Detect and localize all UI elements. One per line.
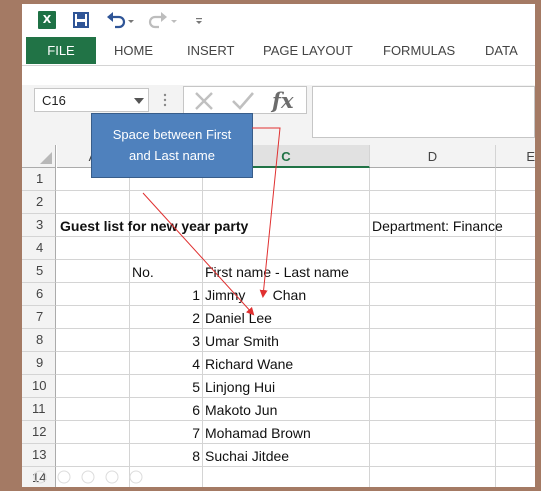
guest-no-cell[interactable]: 8: [130, 445, 200, 467]
row-divider: [56, 259, 535, 260]
callout-line-1: Space between First: [112, 127, 232, 142]
formula-input[interactable]: [312, 86, 535, 138]
header-name-cell[interactable]: First name - Last name: [205, 261, 349, 283]
tab-home[interactable]: HOME: [114, 36, 153, 66]
chevron-down-icon[interactable]: [134, 97, 144, 105]
row-header[interactable]: 13: [22, 444, 56, 467]
guest-no-cell[interactable]: 3: [130, 330, 200, 352]
tab-formulas[interactable]: FORMULAS: [383, 36, 455, 66]
tab-file[interactable]: FILE: [26, 37, 96, 64]
guest-name-cell[interactable]: Mohamad Brown: [205, 422, 311, 444]
row-divider: [56, 351, 535, 352]
column-header-d[interactable]: D: [370, 145, 496, 168]
guest-name-cell[interactable]: Richard Wane: [205, 353, 293, 375]
excel-logo-icon: X: [38, 11, 56, 29]
row-header[interactable]: 7: [22, 306, 56, 329]
select-all-triangle-icon: [40, 152, 52, 164]
redo-icon[interactable]: [148, 11, 168, 29]
callout-line-2: and Last name: [128, 148, 215, 163]
guest-name-cell[interactable]: Daniel Lee: [205, 307, 272, 329]
guest-name-cell[interactable]: Jimmy Chan: [205, 284, 306, 306]
guest-no-cell[interactable]: 6: [130, 399, 200, 421]
guest-no-cell[interactable]: 5: [130, 376, 200, 398]
tab-data[interactable]: DATA: [485, 36, 518, 66]
row-header[interactable]: 1: [22, 168, 56, 191]
row-header[interactable]: 8: [22, 329, 56, 352]
enter-check-icon[interactable]: [232, 92, 254, 110]
insert-function-icon[interactable]: fx: [272, 88, 294, 113]
guest-no-cell[interactable]: 7: [130, 422, 200, 444]
name-box-value: C16: [42, 93, 66, 108]
faint-toolbar-icons: [33, 470, 143, 484]
row-divider: [56, 397, 535, 398]
worksheet-grid[interactable]: A B C D E 1 2 3 4 5 6 7 8 9 10 11 12 13 …: [22, 145, 535, 487]
row-header[interactable]: 3: [22, 214, 56, 237]
save-icon[interactable]: [73, 11, 89, 29]
tab-page-layout[interactable]: PAGE LAYOUT: [263, 36, 353, 66]
row-header[interactable]: 12: [22, 421, 56, 444]
ribbon-tabs: FILE HOME INSERT PAGE LAYOUT FORMULAS DA…: [22, 36, 535, 66]
guest-no-cell[interactable]: 4: [130, 353, 200, 375]
row-header[interactable]: 9: [22, 352, 56, 375]
grip-dots-icon: [163, 93, 167, 107]
guest-name-cell[interactable]: Makoto Jun: [205, 399, 277, 421]
row-header[interactable]: 2: [22, 191, 56, 214]
excel-window: X FILE HOME INSERT PAGE LAYOUT FORMULAS …: [22, 4, 535, 487]
header-no-cell[interactable]: No.: [132, 261, 154, 283]
row-header[interactable]: 5: [22, 260, 56, 283]
name-box[interactable]: C16: [34, 88, 149, 112]
column-header-e[interactable]: E: [496, 145, 535, 168]
row-header[interactable]: 11: [22, 398, 56, 421]
quick-access-toolbar: X: [22, 4, 535, 36]
department-cell[interactable]: Department: Finance: [372, 215, 503, 237]
annotation-callout: Space between First and Last name: [91, 113, 253, 178]
sheet-title-cell[interactable]: Guest list for new year party: [60, 215, 248, 237]
row-divider: [56, 374, 535, 375]
row-header[interactable]: 4: [22, 237, 56, 260]
row-divider: [56, 213, 535, 214]
row-divider: [56, 190, 535, 191]
row-header[interactable]: 6: [22, 283, 56, 306]
row-divider: [56, 420, 535, 421]
guest-no-cell[interactable]: 2: [130, 307, 200, 329]
formula-buttons: fx: [183, 86, 307, 114]
row-divider: [56, 328, 535, 329]
redo-dropdown-icon[interactable]: [170, 11, 178, 29]
tab-insert[interactable]: INSERT: [187, 36, 234, 66]
undo-dropdown-icon[interactable]: [127, 11, 135, 29]
select-all-corner[interactable]: [22, 145, 56, 168]
cancel-icon[interactable]: [194, 92, 214, 110]
row-header[interactable]: 10: [22, 375, 56, 398]
row-divider: [56, 466, 535, 467]
guest-name-cell[interactable]: Umar Smith: [205, 330, 279, 352]
undo-icon[interactable]: [106, 11, 126, 29]
guest-name-cell[interactable]: Linjong Hui: [205, 376, 275, 398]
guest-no-cell[interactable]: 1: [130, 284, 200, 306]
guest-name-cell[interactable]: Suchai Jitdee: [205, 445, 289, 467]
customize-toolbar-icon[interactable]: [194, 11, 204, 29]
ribbon-body: [22, 67, 535, 85]
